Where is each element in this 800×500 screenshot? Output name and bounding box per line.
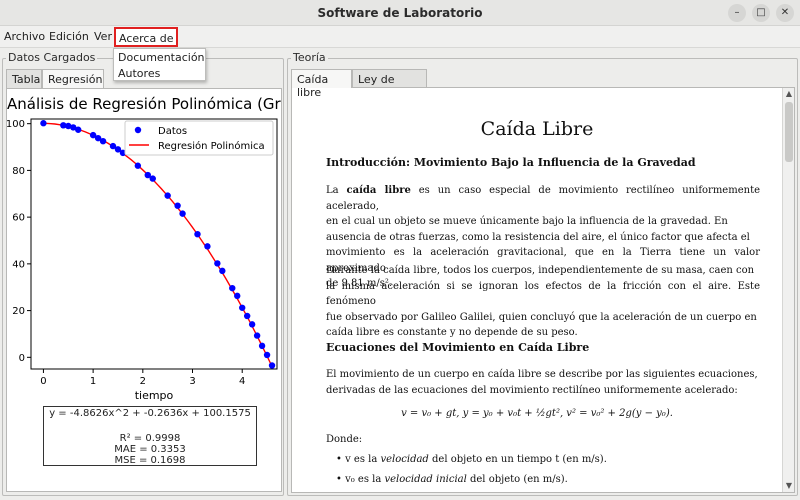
datos-cargados-label: Datos Cargados — [6, 51, 98, 64]
doc-scrollbar[interactable]: ▲ ▼ — [782, 88, 794, 492]
data-point — [239, 304, 246, 311]
x-axis-label: tiempo — [135, 389, 174, 402]
data-point — [204, 243, 211, 250]
plot-area — [30, 118, 278, 370]
menu-ver[interactable]: Ver — [94, 30, 112, 43]
x-tick-label: 1 — [90, 376, 96, 387]
doc-paragraph-3: El movimiento de un cuerpo en caída libr… — [326, 367, 760, 398]
p2-line-2: la misma aceleración si se ignoran los e… — [326, 280, 760, 308]
r2-value: R² = 0.9998 — [119, 433, 181, 444]
menu-acerca-de[interactable]: Acerca de — [114, 27, 179, 47]
legend-label-regresion: Regresión Polinómica — [158, 140, 265, 152]
tab-tabla[interactable]: Tabla — [6, 69, 42, 88]
tab-ley-de-hooke[interactable]: Ley de Hooke — [352, 69, 427, 99]
p1-line-2: en el cual un objeto se mueve únicamente… — [326, 216, 728, 227]
menu-bar: Archivo Edición Ver Acerca de — [0, 26, 800, 48]
data-point — [219, 267, 226, 275]
doc-heading-intro: Introducción: Movimiento Bajo la Influen… — [326, 156, 696, 169]
data-point — [40, 120, 47, 127]
data-point — [263, 351, 271, 359]
maximize-button[interactable]: □ — [752, 4, 770, 22]
y-tick-label: 100 — [7, 119, 25, 130]
caida-libre-document: Caída Libre Introducción: Movimiento Baj… — [292, 88, 782, 492]
data-point — [179, 210, 186, 217]
menu-item-autores[interactable]: Autores — [118, 67, 160, 80]
data-point — [234, 292, 241, 300]
data-point — [229, 284, 236, 292]
regression-line — [43, 122, 273, 367]
p1-line-3: ausencia de otras fuerzas, como la resis… — [326, 231, 750, 243]
data-point — [253, 332, 261, 339]
p1-line-1: La caída libre es un caso especial de mo… — [326, 185, 761, 212]
regression-equation: y = -4.8626x^2 + -0.2636x + 100.1575 — [49, 408, 251, 419]
doc-bullet-1: • v es la velocidad del objeto en un tie… — [336, 454, 607, 465]
scroll-thumb[interactable] — [785, 102, 793, 162]
doc-donde: Donde: — [326, 434, 363, 445]
y-tick-label: 20 — [12, 306, 25, 317]
doc-paragraph-2: Durante la caída libre, todos los cuerpo… — [326, 263, 760, 341]
doc-equations: v = v₀ + gt, y = y₀ + v₀t + ½gt², v² = v… — [401, 408, 673, 419]
teoria-label: Teoría — [291, 51, 328, 64]
minimize-button[interactable]: – — [728, 4, 746, 22]
y-tick-label: 0 — [19, 353, 25, 364]
data-point — [194, 230, 201, 238]
doc-heading-equations: Ecuaciones del Movimiento en Caída Libre — [326, 341, 590, 354]
data-point — [243, 312, 251, 320]
data-point — [99, 137, 107, 145]
data-point — [214, 260, 221, 267]
data-point — [174, 202, 181, 209]
x-tick-label: 3 — [189, 376, 195, 387]
doc-title: Caída Libre — [480, 118, 594, 140]
data-point — [258, 342, 266, 350]
legend-label-datos: Datos — [158, 126, 187, 137]
scroll-up-arrow-icon[interactable]: ▲ — [783, 88, 795, 100]
data-point — [149, 175, 156, 182]
data-point — [75, 126, 82, 133]
p2-line-3: fue observado por Galileo Galilei, quien… — [326, 311, 757, 323]
legend-marker-datos — [134, 126, 142, 134]
mae-value: MAE = 0.3353 — [114, 444, 186, 455]
x-tick-label: 0 — [40, 376, 46, 387]
x-tick-label: 2 — [140, 376, 146, 387]
x-tick-label: 4 — [239, 376, 245, 387]
data-point — [248, 321, 256, 328]
tab-regresion[interactable]: Regresión — [42, 69, 104, 88]
p2-line-1: Durante la caída libre, todos los cuerpo… — [326, 265, 755, 276]
p3-line-2: derivadas de las ecuaciones del movimien… — [326, 384, 738, 396]
y-tick-label: 60 — [12, 213, 25, 224]
scroll-down-arrow-icon[interactable]: ▼ — [783, 480, 795, 492]
p2-line-4: caída libre es constante y no depende de… — [326, 327, 578, 338]
menu-edicion[interactable]: Edición — [49, 30, 89, 43]
doc-bullet-2: • v₀ es la velocidad inicial del objeto … — [336, 474, 568, 485]
y-tick-label: 40 — [12, 259, 25, 270]
bold-caida-libre: caída libre — [346, 185, 411, 196]
tab-caida-libre[interactable]: Caída libre — [291, 69, 352, 99]
data-point — [164, 192, 171, 199]
menu-archivo[interactable]: Archivo — [4, 30, 45, 43]
close-button[interactable]: ✕ — [776, 4, 794, 22]
window-title: Software de Laboratorio — [317, 6, 483, 20]
p3-line-1: El movimiento de un cuerpo en caída libr… — [326, 369, 758, 380]
y-tick-label: 80 — [12, 166, 25, 177]
chart-title: Análisis de Regresión Polinómica (Grado … — [7, 95, 282, 113]
menu-item-documentacion[interactable]: Documentación — [118, 51, 205, 64]
data-point — [268, 362, 276, 369]
acerca-de-dropdown: Documentación Autores — [113, 48, 206, 81]
right-tabbar: Caída libre Ley de Hooke — [291, 69, 791, 99]
mse-value: MSE = 0.1698 — [114, 455, 186, 466]
window-titlebar: Software de Laboratorio – □ ✕ — [0, 0, 800, 26]
regression-stats-box: y = -4.8626x^2 + -0.2636x + 100.1575 R² … — [43, 406, 257, 466]
data-point — [134, 162, 142, 169]
